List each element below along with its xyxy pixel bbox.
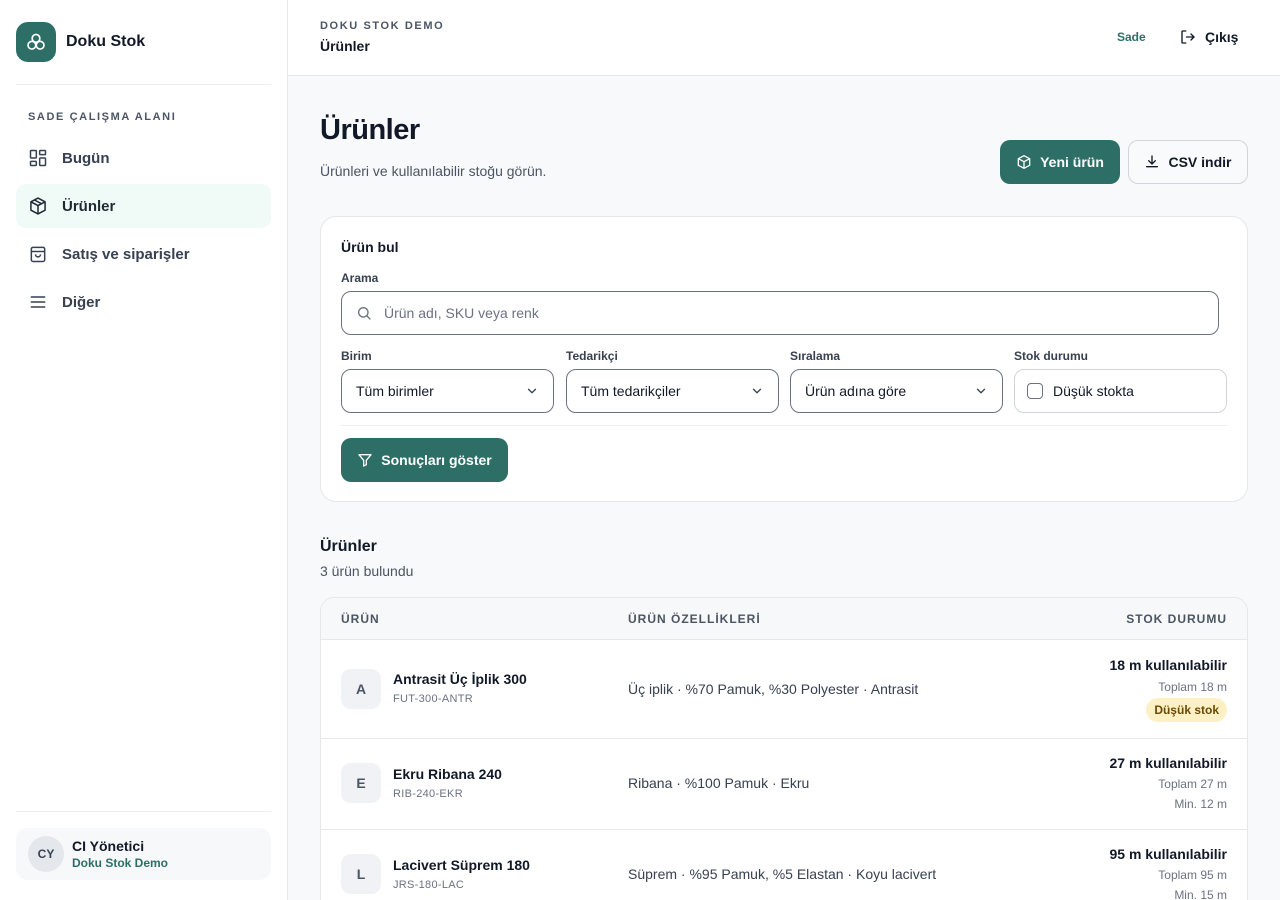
product-table: ÜRÜN ÜRÜN ÖZELLİKLERİ STOK DURUMU A Antr… (320, 597, 1248, 900)
sidebar-divider (16, 811, 271, 812)
min-stock: Min. 12 m (1174, 797, 1227, 811)
sidebar-item-diger[interactable]: Diğer (16, 280, 271, 324)
product-name[interactable]: Antrasit Üç İplik 300 (393, 671, 527, 687)
user-org: Doku Stok Demo (72, 856, 169, 870)
new-product-label: Yeni ürün (1040, 154, 1104, 170)
download-icon (1146, 155, 1159, 168)
low-stock-toggle[interactable]: Düşük stokta (1014, 369, 1227, 413)
min-stock: Min. 15 m (1174, 888, 1227, 900)
product-avatar: A (341, 669, 381, 709)
search-label: Arama (341, 271, 379, 285)
result-count: 3 ürün bulundu (320, 563, 414, 579)
sidebar-item-urunler[interactable]: Ürünler (16, 184, 271, 228)
column-header-stock: STOK DURUMU (1126, 612, 1227, 626)
dashboard-grid-icon (29, 149, 47, 167)
sort-select[interactable]: Ürün adına göre (790, 369, 1003, 413)
available-stock: 27 m kullanılabilir (1109, 755, 1228, 771)
filter-divider (341, 425, 1227, 426)
product-avatar: L (341, 854, 381, 894)
product-attributes: Üç iplik · %70 Pamuk, %30 Polyester · An… (628, 681, 919, 697)
total-stock: Toplam 27 m (1158, 777, 1227, 791)
search-field[interactable] (341, 291, 1219, 335)
mode-toggle[interactable]: Sade (1117, 30, 1146, 44)
package-icon (30, 197, 46, 215)
sidebar-item-label: Ürünler (62, 197, 116, 215)
search-input[interactable] (384, 305, 1184, 321)
list-title: Ürünler (320, 538, 377, 555)
user-card[interactable]: CY CI Yönetici Doku Stok Demo (16, 828, 271, 880)
stock-status-label: Stok durumu (1014, 349, 1088, 363)
product-avatar: E (341, 763, 381, 803)
workspace-kicker: DOKU STOK DEMO (320, 20, 445, 32)
column-header-attributes: ÜRÜN ÖZELLİKLERİ (628, 612, 761, 626)
sidebar-item-bugun[interactable]: Bugün (16, 136, 271, 180)
product-sku: RIB-240-EKR (393, 788, 463, 800)
table-row[interactable]: E Ekru Ribana 240 RIB-240-EKR Ribana · %… (321, 739, 1247, 830)
table-row[interactable]: A Antrasit Üç İplik 300 FUT-300-ANTR Üç … (321, 640, 1247, 739)
topbar: DOKU STOK DEMO Ürünler Sade Çıkış (288, 0, 1280, 76)
unit-select[interactable]: Tüm birimler (341, 369, 554, 413)
chevron-down-icon (976, 388, 986, 394)
supplier-label: Tedarikçi (566, 349, 618, 363)
sidebar-nav: Bugün Ürünler Satış ve siparişler Diğer (16, 136, 271, 328)
filter-icon (358, 454, 372, 467)
available-stock: 18 m kullanılabilir (1109, 657, 1228, 673)
unit-select-value: Tüm birimler (356, 383, 434, 399)
logout-label: Çıkış (1205, 29, 1239, 45)
sort-select-value: Ürün adına göre (805, 383, 907, 399)
filter-title: Ürün bul (341, 239, 399, 255)
sidebar-item-label: Satış ve siparişler (62, 245, 190, 263)
package-icon (1017, 155, 1031, 169)
sidebar-section-label: SADE ÇALIŞMA ALANI (28, 111, 177, 123)
page-subtitle: Ürünleri ve kullanılabilir stoğu görün. (320, 163, 547, 179)
column-header-product: ÜRÜN (341, 612, 380, 626)
brand[interactable]: Doku Stok (16, 22, 145, 62)
chevron-down-icon (527, 388, 537, 394)
product-attributes: Süprem · %95 Pamuk, %5 Elastan · Koyu la… (628, 866, 937, 882)
product-sku: FUT-300-ANTR (393, 693, 473, 705)
supplier-select-value: Tüm tedarikçiler (581, 383, 681, 399)
page-title: Ürünler (320, 114, 420, 146)
available-stock: 95 m kullanılabilir (1109, 846, 1228, 862)
csv-download-label: CSV indir (1168, 154, 1232, 170)
product-name[interactable]: Ekru Ribana 240 (393, 766, 502, 782)
table-header: ÜRÜN ÜRÜN ÖZELLİKLERİ STOK DURUMU (321, 598, 1247, 640)
chevron-down-icon (752, 388, 762, 394)
low-stock-checkbox[interactable] (1027, 383, 1043, 399)
product-name[interactable]: Lacivert Süprem 180 (393, 857, 530, 873)
sidebar-item-label: Diğer (62, 293, 101, 311)
unit-label: Birim (341, 349, 372, 363)
total-stock: Toplam 95 m (1158, 868, 1227, 882)
sidebar-item-satis[interactable]: Satış ve siparişler (16, 232, 271, 276)
show-results-button[interactable]: Sonuçları göster (341, 438, 508, 482)
product-attributes: Ribana · %100 Pamuk · Ekru (628, 775, 810, 791)
search-icon (358, 307, 371, 320)
menu-icon (30, 296, 46, 308)
table-row[interactable]: L Lacivert Süprem 180 JRS-180-LAC Süprem… (321, 830, 1247, 900)
supplier-select[interactable]: Tüm tedarikçiler (566, 369, 779, 413)
fabric-logo-icon (16, 22, 56, 62)
logout-icon (1181, 30, 1195, 44)
sidebar-item-label: Bugün (62, 149, 110, 167)
new-product-button[interactable]: Yeni ürün (1000, 140, 1120, 184)
user-name: CI Yönetici (72, 838, 145, 854)
topbar-title: Ürünler (320, 38, 370, 54)
csv-download-button[interactable]: CSV indir (1128, 140, 1248, 184)
avatar: CY (28, 836, 64, 872)
low-stock-label: Düşük stokta (1053, 383, 1134, 399)
low-stock-badge: Düşük stok (1146, 698, 1227, 722)
sidebar-divider (16, 84, 271, 85)
product-sku: JRS-180-LAC (393, 879, 465, 891)
filter-card: Ürün bul Arama Birim Tedarikçi Sıralama … (320, 216, 1248, 502)
brand-name: Doku Stok (66, 33, 146, 50)
logout-button[interactable]: Çıkış (1179, 28, 1238, 46)
shopping-bag-icon (30, 246, 46, 263)
total-stock: Toplam 18 m (1158, 680, 1227, 694)
sort-label: Sıralama (790, 349, 841, 363)
show-results-label: Sonuçları göster (381, 452, 492, 468)
sidebar: Doku Stok SADE ÇALIŞMA ALANI Bugün Ürünl… (0, 0, 288, 900)
